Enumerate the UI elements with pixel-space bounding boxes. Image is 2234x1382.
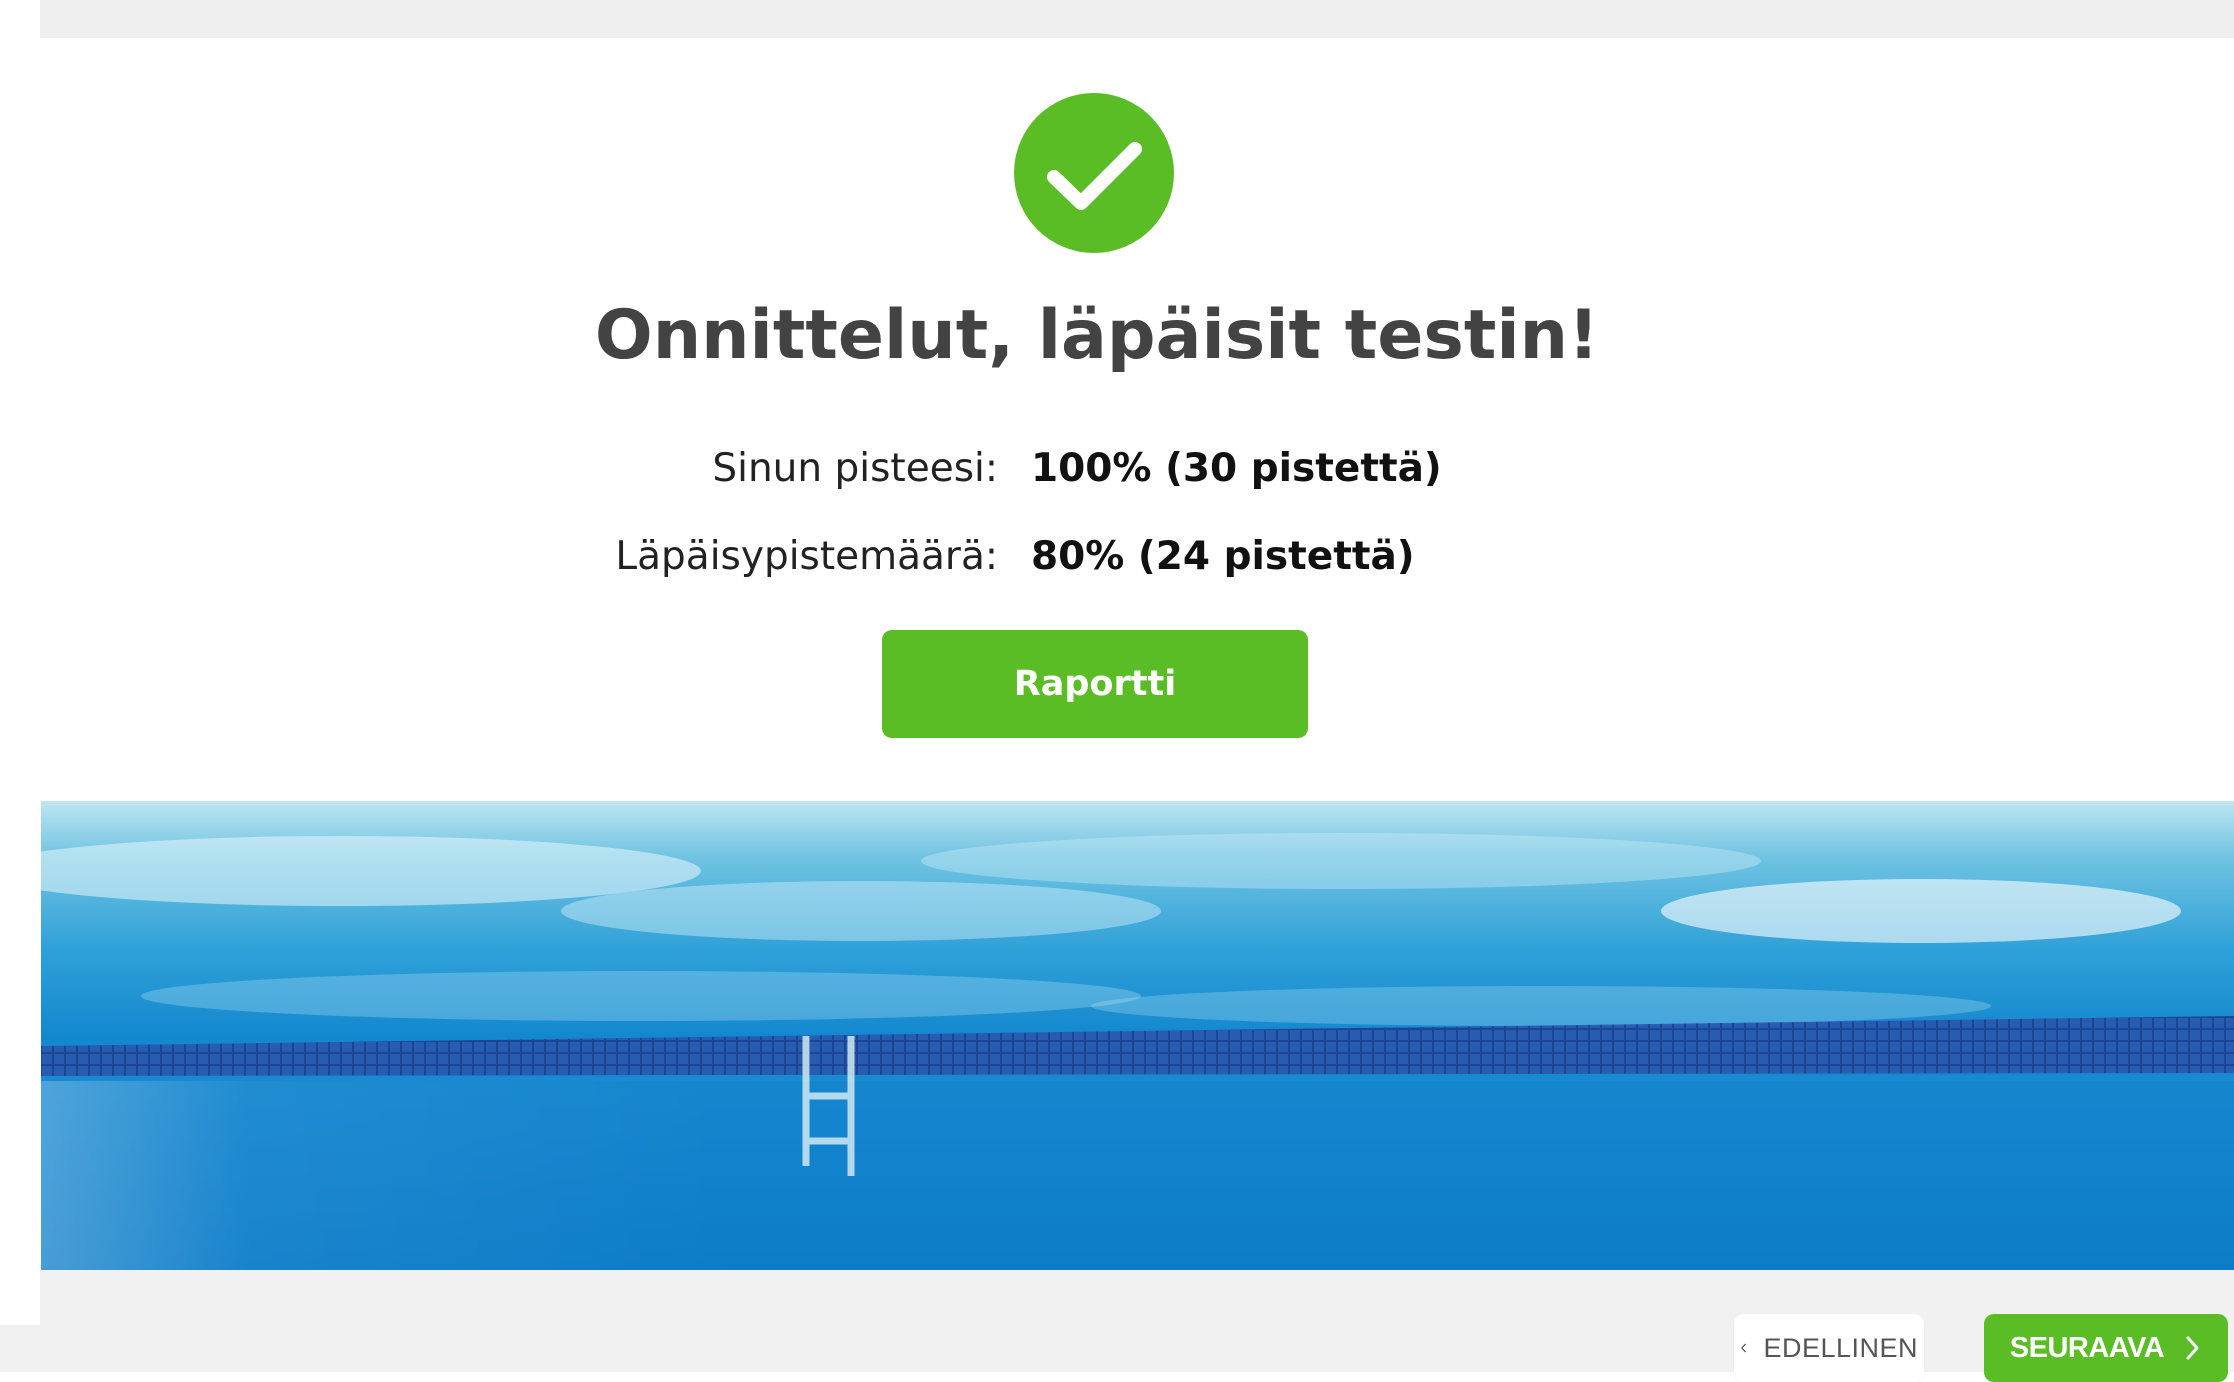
checkmark-circle-icon <box>1014 93 1174 253</box>
chevron-left-icon <box>1741 1343 1746 1353</box>
next-button-label: SEURAAVA <box>2009 1331 2165 1364</box>
result-title: Onnittelut, läpäisit testin! <box>594 296 1600 375</box>
score-value: 100% (30 pistettä) <box>1031 446 1442 491</box>
pass-score-label: Läpäisypistemäärä: <box>615 534 998 579</box>
bottom-bar-left-gap <box>0 1270 40 1325</box>
previous-button-label: EDELLINEN <box>1763 1332 1918 1363</box>
pass-score-value: 80% (24 pistettä) <box>1031 534 1415 579</box>
report-button[interactable]: Raportti <box>882 630 1308 738</box>
chevron-right-icon <box>2186 1336 2199 1360</box>
top-strip <box>40 0 2234 38</box>
pool-image <box>41 801 2234 1271</box>
score-label: Sinun pisteesi: <box>712 446 998 491</box>
